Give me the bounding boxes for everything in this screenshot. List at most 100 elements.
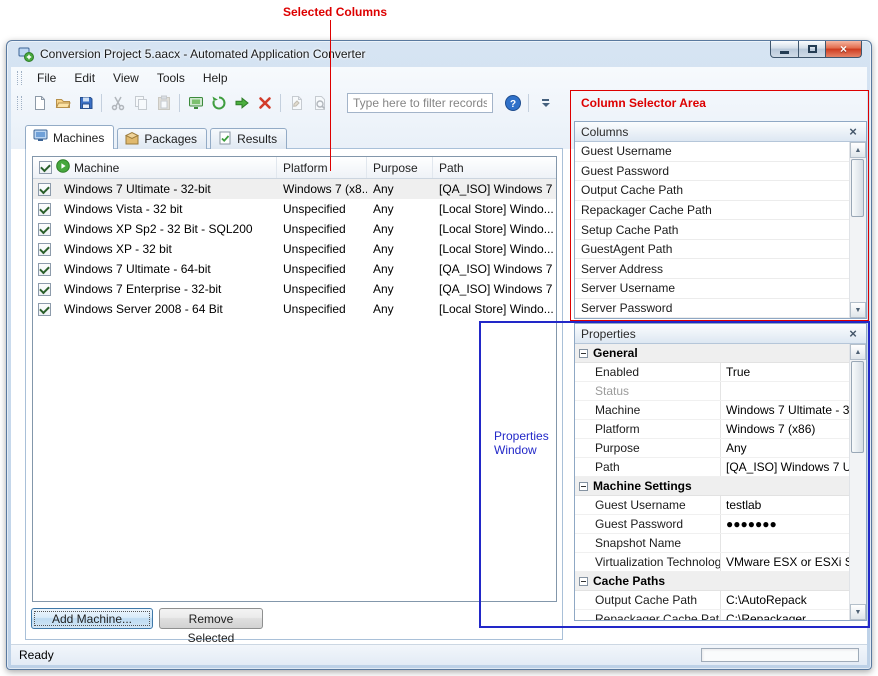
column-header-purpose[interactable]: Purpose: [367, 157, 433, 178]
view-log-icon[interactable]: [308, 92, 331, 114]
property-value[interactable]: Any: [721, 441, 849, 455]
copy-icon[interactable]: [129, 92, 152, 114]
row-checkbox[interactable]: [38, 183, 51, 196]
collapse-icon[interactable]: [579, 482, 588, 491]
delete-icon[interactable]: [253, 92, 276, 114]
properties-scrollbar[interactable]: ▲ ▼: [849, 344, 866, 620]
new-project-icon[interactable]: [28, 92, 51, 114]
property-row[interactable]: PurposeAny: [575, 439, 849, 458]
row-checkbox[interactable]: [38, 263, 51, 276]
column-header-path[interactable]: Path: [433, 157, 556, 178]
new-package-icon[interactable]: [285, 92, 308, 114]
scrollbar-thumb[interactable]: [851, 159, 864, 217]
machine-row[interactable]: Windows Server 2008 - 64 BitUnspecifiedA…: [33, 299, 556, 319]
machine-row[interactable]: Windows XP - 32 bitUnspecifiedAny[Local …: [33, 239, 556, 259]
property-value[interactable]: True: [721, 365, 849, 379]
row-checkbox[interactable]: [38, 223, 51, 236]
columns-scrollbar[interactable]: ▲ ▼: [849, 142, 866, 318]
property-value[interactable]: Windows 7 (x86): [721, 422, 849, 436]
refresh-icon[interactable]: [207, 92, 230, 114]
close-icon[interactable]: ×: [846, 125, 860, 139]
tab-results[interactable]: Results: [210, 128, 287, 149]
column-item[interactable]: Setup Cache Path: [575, 220, 849, 240]
property-group-row[interactable]: Machine Settings: [575, 477, 849, 496]
column-item[interactable]: Output Cache Path: [575, 181, 849, 201]
column-item[interactable]: Guest Username: [575, 142, 849, 162]
machine-row[interactable]: Windows XP Sp2 - 32 Bit - SQL200Unspecif…: [33, 219, 556, 239]
machine-row[interactable]: Windows 7 Ultimate - 64-bitUnspecifiedAn…: [33, 259, 556, 279]
minimize-button[interactable]: [770, 41, 799, 58]
row-checkbox[interactable]: [38, 303, 51, 316]
property-row[interactable]: Snapshot Name: [575, 534, 849, 553]
tab-packages[interactable]: Packages: [117, 128, 207, 149]
menu-file[interactable]: File: [28, 68, 65, 88]
property-row[interactable]: Guest Usernametestlab: [575, 496, 849, 515]
scrollbar-thumb[interactable]: [851, 361, 864, 453]
property-group-row[interactable]: Cache Paths: [575, 572, 849, 591]
menu-tools[interactable]: Tools: [148, 68, 194, 88]
toolbar-overflow-button[interactable]: [538, 92, 553, 114]
title-bar[interactable]: Conversion Project 5.aacx - Automated Ap…: [7, 41, 871, 67]
property-value[interactable]: C:\AutoRepack: [721, 593, 849, 607]
property-value[interactable]: C:\Repackager: [721, 612, 849, 620]
tab-machines[interactable]: Machines: [25, 125, 114, 149]
properties-panel-header[interactable]: Properties ×: [575, 324, 866, 344]
column-item[interactable]: Guest Password: [575, 162, 849, 182]
property-row[interactable]: Repackager Cache PathC:\Repackager: [575, 610, 849, 620]
filter-records-input[interactable]: [347, 93, 493, 113]
column-item[interactable]: Server Username: [575, 279, 849, 299]
run-conversion-icon[interactable]: [230, 92, 253, 114]
property-row[interactable]: Path[QA_ISO] Windows 7 Ul: [575, 458, 849, 477]
row-checkbox[interactable]: [38, 283, 51, 296]
column-item[interactable]: Repackager Cache Path: [575, 201, 849, 221]
machine-row[interactable]: Windows Vista - 32 bitUnspecifiedAny[Loc…: [33, 199, 556, 219]
scroll-down-icon[interactable]: ▼: [850, 604, 866, 620]
cut-icon[interactable]: [106, 92, 129, 114]
select-all-checkbox[interactable]: [39, 161, 52, 174]
menu-help[interactable]: Help: [194, 68, 237, 88]
property-row[interactable]: EnabledTrue: [575, 363, 849, 382]
property-row[interactable]: MachineWindows 7 Ultimate - 3: [575, 401, 849, 420]
property-group-row[interactable]: General: [575, 344, 849, 363]
paste-icon[interactable]: [152, 92, 175, 114]
toolbar-grip-handle[interactable]: [17, 96, 22, 110]
maximize-button[interactable]: [799, 41, 826, 58]
path-cell: [QA_ISO] Windows 7 ...: [433, 182, 556, 196]
machine-row[interactable]: Windows 7 Enterprise - 32-bitUnspecified…: [33, 279, 556, 299]
remove-selected-button[interactable]: Remove Selected: [159, 608, 263, 629]
column-header-platform[interactable]: Platform: [277, 157, 367, 178]
columns-panel-header[interactable]: Columns ×: [575, 122, 866, 142]
row-checkbox[interactable]: [38, 203, 51, 216]
menu-view[interactable]: View: [104, 68, 148, 88]
close-icon[interactable]: ×: [846, 327, 860, 341]
collapse-icon[interactable]: [579, 577, 588, 586]
menu-edit[interactable]: Edit: [65, 68, 104, 88]
open-project-icon[interactable]: [51, 92, 74, 114]
column-item[interactable]: Server Password: [575, 299, 849, 319]
collapse-icon[interactable]: [579, 349, 588, 358]
property-row[interactable]: Output Cache PathC:\AutoRepack: [575, 591, 849, 610]
scroll-up-icon[interactable]: ▲: [850, 344, 866, 360]
property-value[interactable]: testlab: [721, 498, 849, 512]
help-button[interactable]: ?: [501, 92, 524, 114]
property-value[interactable]: VMware ESX or ESXi Ser: [721, 555, 849, 569]
row-checkbox[interactable]: [38, 243, 51, 256]
column-item[interactable]: Server Address: [575, 259, 849, 279]
property-value[interactable]: ●●●●●●●: [721, 517, 849, 531]
property-row[interactable]: Virtualization TechnologVMware ESX or ES…: [575, 553, 849, 572]
add-machine-button[interactable]: Add Machine...: [31, 608, 153, 629]
property-value[interactable]: [QA_ISO] Windows 7 Ul: [721, 460, 849, 474]
column-item[interactable]: GuestAgent Path: [575, 240, 849, 260]
machine-row[interactable]: Windows 7 Ultimate - 32-bitWindows 7 (x8…: [33, 179, 556, 199]
machine-icon[interactable]: [184, 92, 207, 114]
menubar-grip-handle[interactable]: [17, 71, 22, 85]
property-row[interactable]: Status: [575, 382, 849, 401]
scroll-down-icon[interactable]: ▼: [850, 302, 866, 318]
column-header-machine[interactable]: Machine: [33, 157, 277, 178]
scroll-up-icon[interactable]: ▲: [850, 142, 866, 158]
property-value[interactable]: Windows 7 Ultimate - 3: [721, 403, 849, 417]
property-row[interactable]: Guest Password●●●●●●●: [575, 515, 849, 534]
close-button[interactable]: ×: [826, 41, 862, 58]
save-project-icon[interactable]: [74, 92, 97, 114]
property-row[interactable]: PlatformWindows 7 (x86): [575, 420, 849, 439]
